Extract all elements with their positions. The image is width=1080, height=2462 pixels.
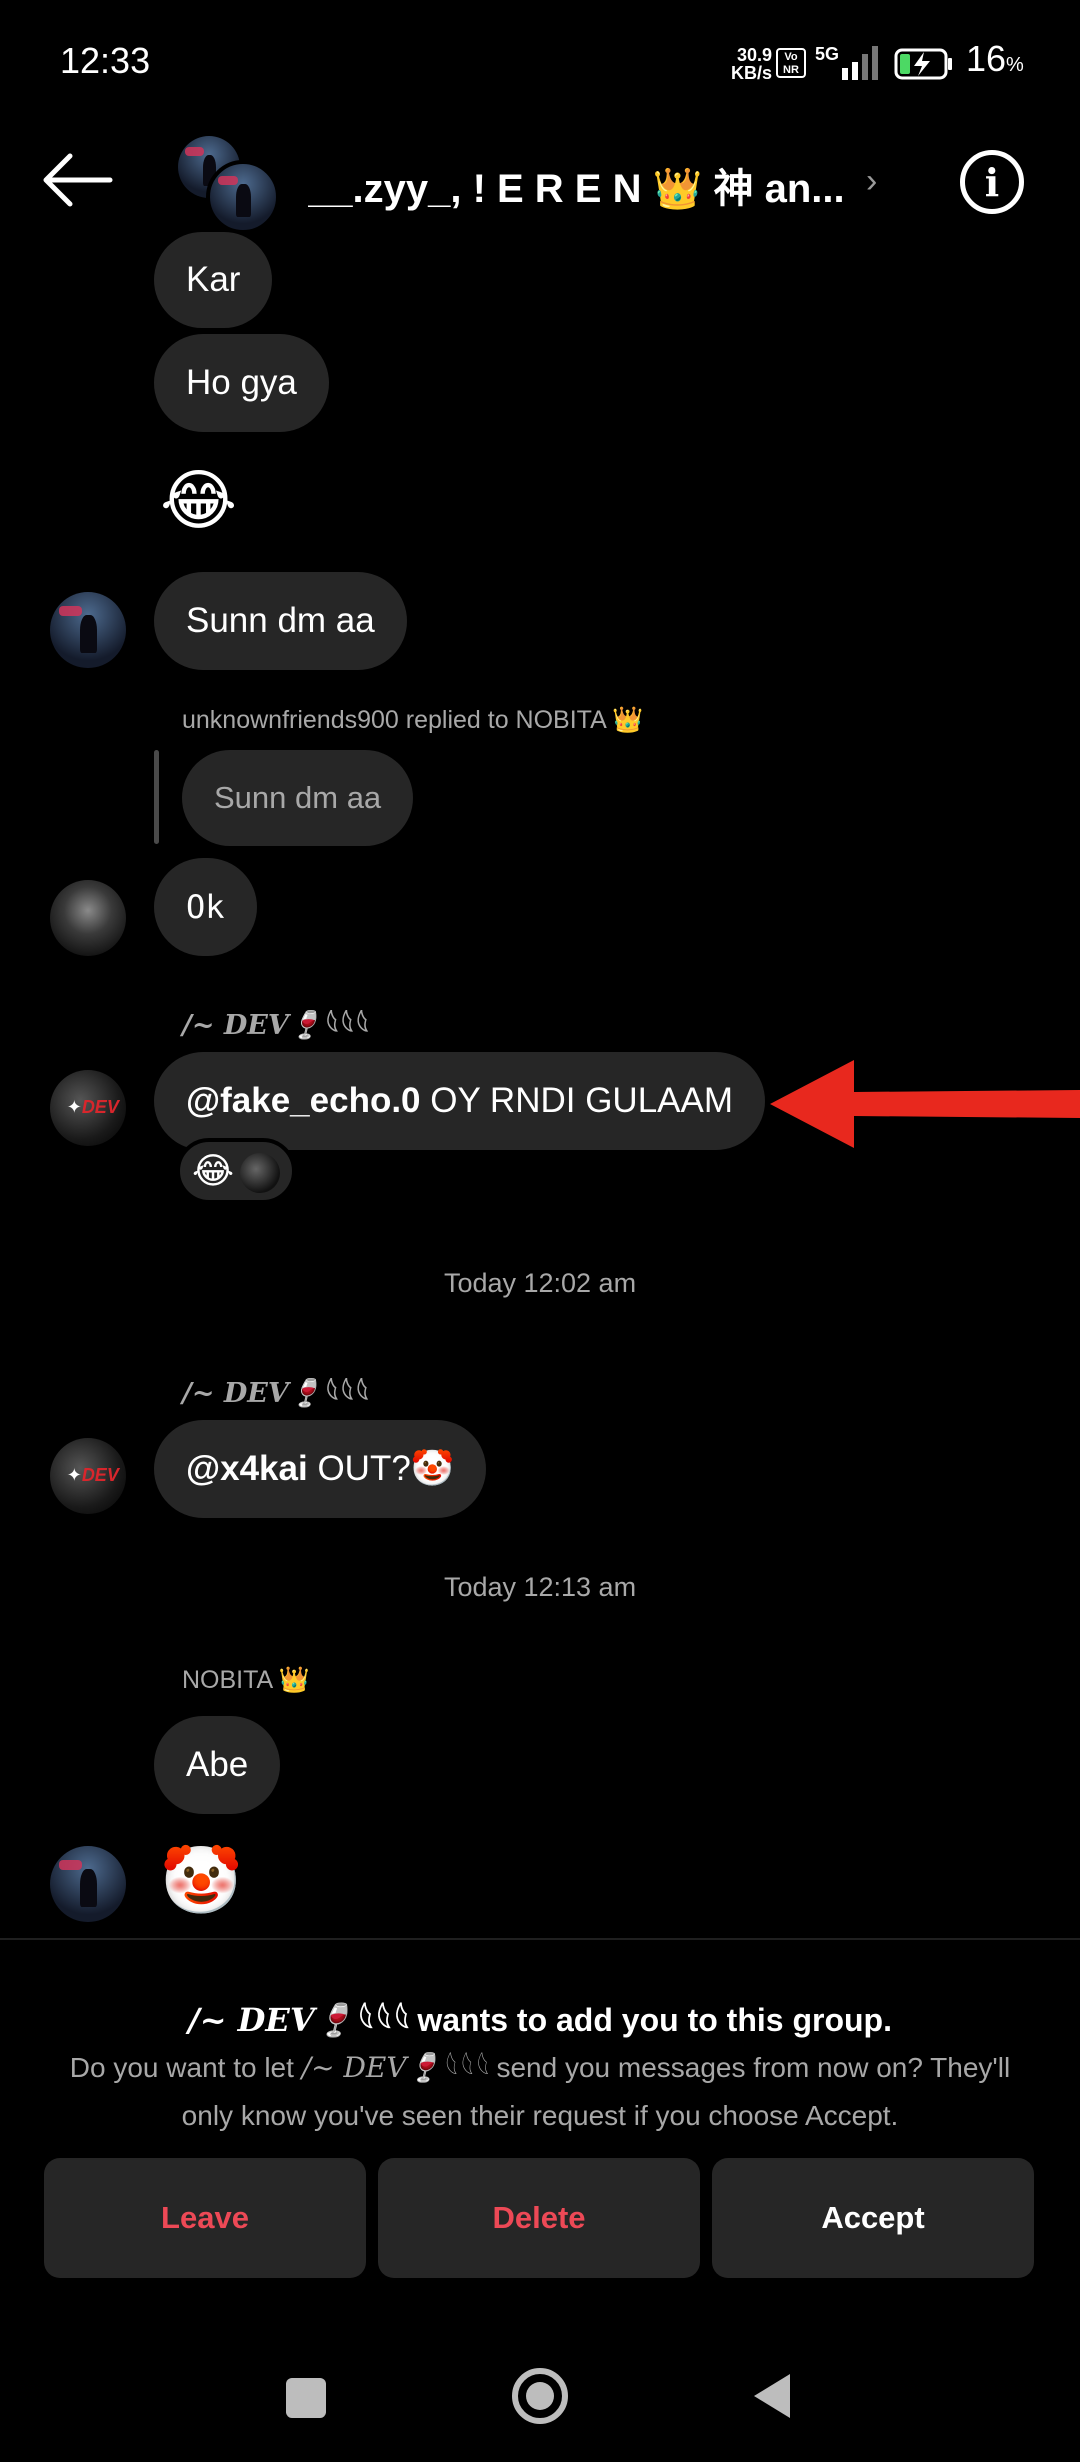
vonr-bottom: NR: [783, 64, 799, 76]
avatar[interactable]: [50, 880, 126, 956]
message-emoji[interactable]: 😂: [160, 460, 237, 540]
request-title: /~ DEV🍷𓆩𓆩𓆩 wants to add you to this grou…: [0, 1990, 1080, 2042]
status-time: 12:33: [60, 40, 151, 81]
network-speed: 30.9 KB/s: [728, 46, 772, 82]
group-avatar[interactable]: [178, 136, 280, 234]
network-speed-unit: KB/s: [730, 63, 772, 83]
message-bubble[interactable]: Abe: [154, 1716, 281, 1814]
vonr-icon: Vo NR: [776, 48, 806, 78]
group-title[interactable]: __.zyy_, ! E R E N 👑 神 an...: [308, 156, 848, 214]
battery-value: 16: [966, 38, 1007, 79]
delete-button[interactable]: Delete: [378, 2158, 700, 2278]
reaction-badge[interactable]: 😂: [176, 1138, 297, 1204]
home-button[interactable]: [512, 2368, 568, 2424]
mention[interactable]: @fake_echo.0: [186, 1081, 421, 1120]
timestamp: Today 12:13 am: [443, 1572, 637, 1602]
message-bubble[interactable]: @x4kai OUT?🤡: [154, 1420, 487, 1518]
recents-button[interactable]: [286, 2378, 326, 2418]
accept-button[interactable]: Accept: [712, 2158, 1034, 2278]
back-triangle-icon[interactable]: [752, 2372, 792, 2420]
avatar[interactable]: [50, 592, 126, 668]
signal-icon: [842, 46, 878, 80]
avatar[interactable]: [50, 1846, 126, 1922]
message-bubble[interactable]: Ok: [154, 858, 257, 956]
battery-percent: 16%: [966, 38, 1024, 80]
sender-name: NOBITA 👑: [182, 1666, 310, 1694]
battery-unit: %: [1006, 54, 1024, 76]
network-speed-value: 30.9: [736, 45, 772, 65]
sender-name: /~ DEV🍷𓆩𓆩𓆩: [182, 1010, 368, 1041]
arrow-left-icon[interactable]: [40, 150, 116, 210]
mention[interactable]: @x4kai: [186, 1449, 308, 1488]
message-bubble[interactable]: Kar: [154, 232, 273, 328]
network-type: 5G: [815, 44, 840, 64]
reply-quote[interactable]: Sunn dm aa: [182, 750, 414, 846]
reaction-emoji: 😂: [192, 1150, 235, 1191]
message-text: OY RNDI GULAAM: [420, 1081, 734, 1120]
message-bubble[interactable]: Ho gya: [154, 334, 329, 432]
arrow-left-icon: [770, 1060, 1080, 1148]
requester-name-inline: /~ DEV🍷𓆩𓆩𓆩: [301, 2051, 489, 2084]
avatar[interactable]: ✦DEV: [50, 1438, 126, 1514]
timestamp: Today 12:02 am: [443, 1268, 637, 1298]
leave-button[interactable]: Leave: [44, 2158, 366, 2278]
sender-name: /~ DEV🍷𓆩𓆩𓆩: [182, 1378, 368, 1409]
message-bubble[interactable]: @fake_echo.0 OY RNDI GULAAM: [154, 1052, 766, 1150]
avatar[interactable]: ✦DEV: [50, 1070, 126, 1146]
message-text: OUT?🤡: [307, 1449, 455, 1488]
request-desc-prefix: Do you want to let: [69, 2052, 302, 2083]
reactor-avatar: [240, 1153, 281, 1194]
chevron-right-icon[interactable]: ›: [866, 162, 877, 201]
group-avatar-front: [206, 160, 280, 234]
reply-caption: unknownfriends900 replied to NOBITA 👑: [182, 706, 644, 734]
request-title-text: wants to add you to this group.: [408, 2002, 892, 2038]
message-emoji[interactable]: 🤡: [160, 1840, 242, 1920]
info-icon[interactable]: i: [960, 150, 1024, 214]
reply-divider: [154, 750, 159, 844]
message-bubble[interactable]: Sunn dm aa: [154, 572, 407, 670]
vonr-top: Vo: [784, 51, 798, 63]
requester-name: /~ DEV🍷𓆩𓆩𓆩: [188, 2001, 409, 2039]
battery-icon: [894, 48, 952, 80]
request-description: Do you want to let /~ DEV🍷𓆩𓆩𓆩 send you m…: [50, 2044, 1030, 2140]
